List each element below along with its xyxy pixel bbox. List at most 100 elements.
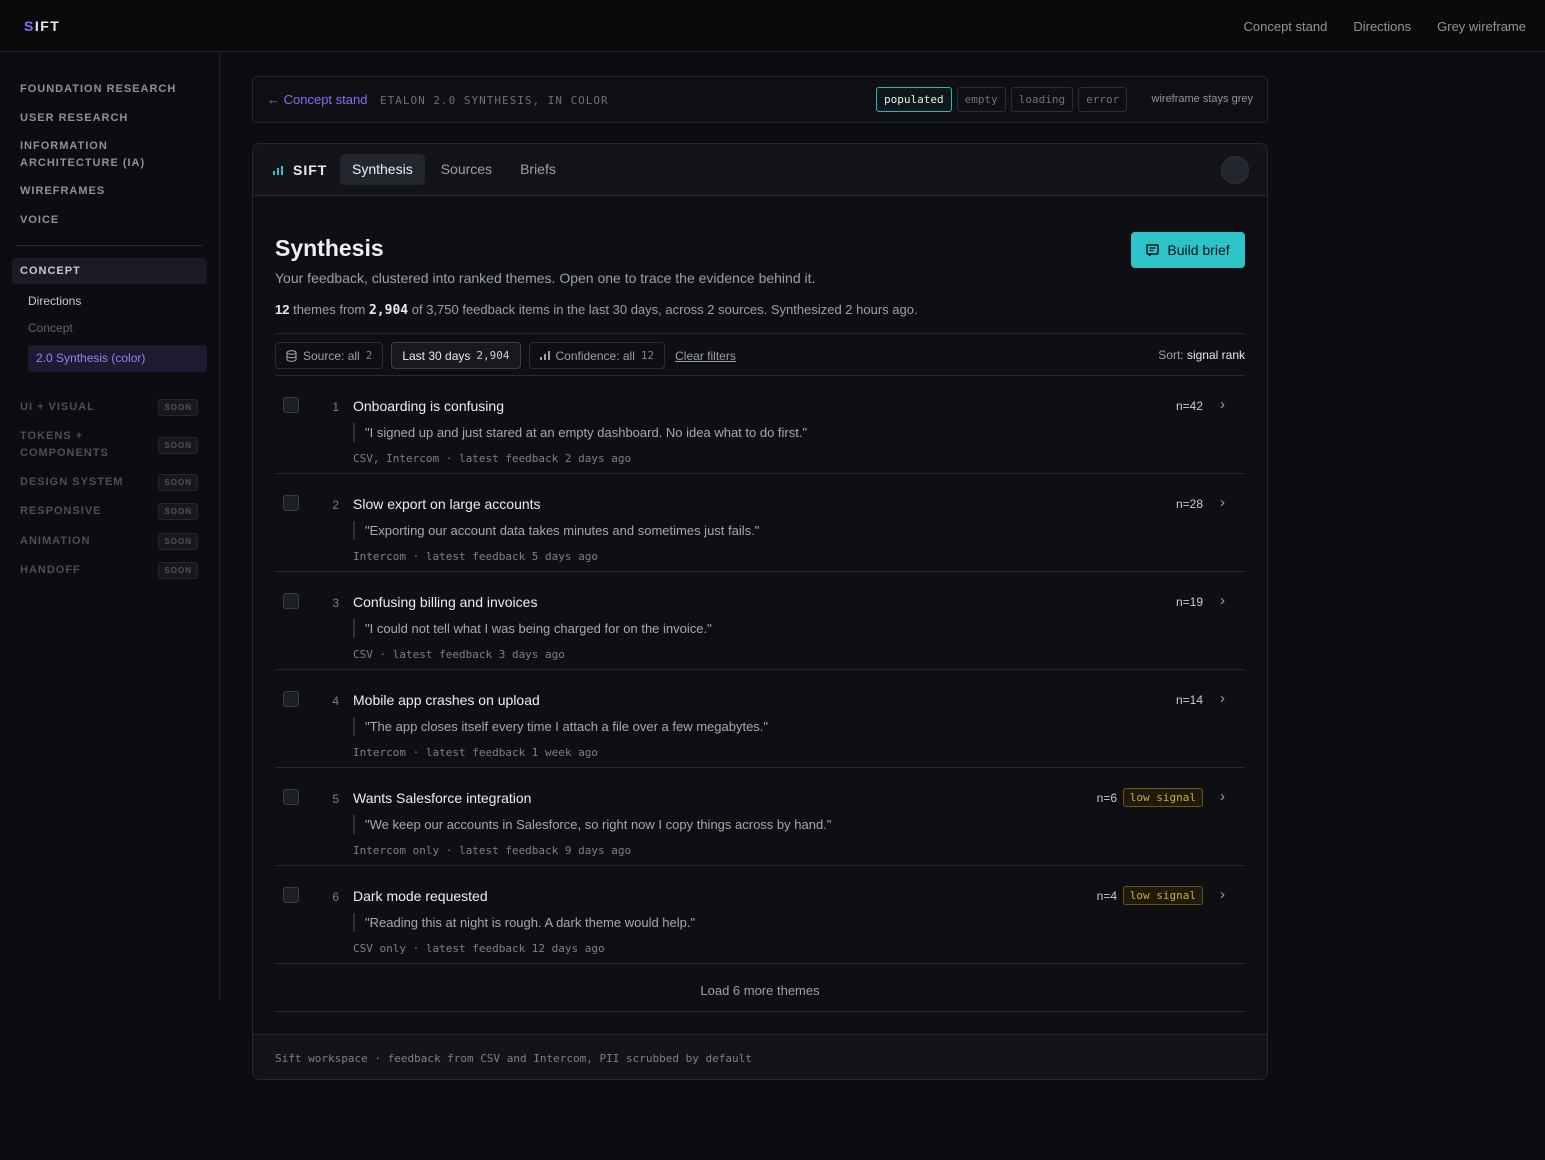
state-populated-button[interactable]: populated — [876, 87, 952, 112]
top-bar: SIFT Concept stand Directions Grey wiref… — [0, 0, 1545, 52]
theme-row[interactable]: 2 Slow export on large accounts "Exporti… — [275, 474, 1245, 572]
theme-rank: 2 — [332, 498, 339, 512]
soon-badge: SOON — [158, 399, 198, 416]
sort-control[interactable]: Sort: signal rank — [1158, 348, 1245, 362]
state-error-button[interactable]: error — [1078, 87, 1128, 112]
stand-note: wireframe stays grey — [1151, 93, 1253, 105]
theme-rank: 1 — [332, 400, 339, 414]
sidebar-item-handoff[interactable]: HANDOFF SOON — [20, 562, 200, 579]
sidebar-item-foundation-research[interactable]: FOUNDATION RESEARCH — [20, 81, 176, 98]
low-signal-badge: low signal — [1122, 886, 1203, 905]
sidebar-item-wireframes[interactable]: WIREFRAMES — [20, 183, 105, 200]
theme-row[interactable]: 1 Onboarding is confusing "I signed up a… — [275, 376, 1245, 474]
theme-checkbox[interactable] — [283, 789, 299, 805]
soon-badge: SOON — [158, 562, 198, 579]
theme-rank: 6 — [332, 890, 339, 904]
sidebar-subitem-directions[interactable]: Directions — [28, 294, 81, 308]
sidebar-item-ui-visual[interactable]: UI + VISUAL SOON — [20, 399, 200, 416]
state-loading-button[interactable]: loading — [1010, 87, 1074, 112]
app-brand-label: SIFT — [293, 162, 328, 178]
sidebar-item-concept[interactable]: CONCEPT — [12, 258, 207, 284]
theme-count: n=28 — [1175, 497, 1203, 511]
signal-bars-icon — [539, 351, 550, 360]
sidebar-item-design-system[interactable]: DESIGN SYSTEM SOON — [20, 474, 200, 491]
period-filter-chip[interactable]: Last 30 days 2,904 — [391, 342, 521, 369]
soon-badge: SOON — [158, 503, 198, 520]
theme-count: n=6 — [1096, 791, 1117, 805]
sidebar-item-voice[interactable]: VOICE — [20, 212, 59, 229]
chevron-right-icon[interactable]: › — [1220, 396, 1225, 413]
sidebar: FOUNDATION RESEARCH USER RESEARCH INFORM… — [0, 52, 220, 1000]
theme-count: n=19 — [1175, 595, 1203, 609]
theme-checkbox[interactable] — [283, 887, 299, 903]
theme-meta: CSV · latest feedback 3 days ago — [353, 648, 565, 661]
chevron-right-icon[interactable]: › — [1220, 788, 1225, 805]
soon-badge: SOON — [158, 474, 198, 491]
build-brief-button[interactable]: Build brief — [1131, 232, 1245, 268]
state-empty-button[interactable]: empty — [956, 87, 1006, 112]
brief-icon — [1146, 243, 1160, 256]
theme-meta: CSV, Intercom · latest feedback 2 days a… — [353, 452, 632, 465]
load-more-button[interactable]: Load 6 more themes — [275, 968, 1245, 1012]
sidebar-item-user-research[interactable]: USER RESEARCH — [20, 110, 128, 127]
theme-count: n=4 — [1096, 889, 1117, 903]
database-icon — [286, 349, 297, 362]
back-to-concept-stand-link[interactable]: ← Concept stand — [267, 92, 367, 107]
theme-row[interactable]: 3 Confusing billing and invoices "I coul… — [275, 572, 1245, 670]
theme-row[interactable]: 4 Mobile app crashes on upload "The app … — [275, 670, 1245, 768]
stand-title: ETALON 2.0 SYNTHESIS, IN COLOR — [380, 94, 609, 107]
theme-quote: "Exporting our account data takes minute… — [353, 521, 759, 540]
synthesis-summary: 12 themes from 2,904 of 3,750 feedback i… — [275, 302, 918, 318]
filter-bar: Source: all 2 Last 30 days 2,904 Confide… — [275, 333, 1245, 376]
confidence-filter-chip[interactable]: Confidence: all 12 — [528, 342, 666, 369]
theme-checkbox[interactable] — [283, 691, 299, 707]
theme-title[interactable]: Onboarding is confusing — [353, 398, 504, 414]
sidebar-item-responsive[interactable]: RESPONSIVE SOON — [20, 503, 200, 520]
sidebar-subitem-concept[interactable]: Concept — [28, 321, 73, 335]
clear-filters-link[interactable]: Clear filters — [675, 349, 736, 363]
theme-row[interactable]: 5 Wants Salesforce integration "We keep … — [275, 768, 1245, 866]
top-nav-directions[interactable]: Directions — [1353, 19, 1411, 34]
theme-title[interactable]: Slow export on large accounts — [353, 496, 541, 512]
top-nav: Concept stand Directions Grey wireframe — [1244, 19, 1527, 34]
top-nav-grey-wireframe[interactable]: Grey wireframe — [1437, 19, 1526, 34]
theme-meta: CSV only · latest feedback 12 days ago — [353, 942, 605, 955]
app-logo[interactable]: SIFT — [24, 18, 60, 34]
theme-row[interactable]: 6 Dark mode requested "Reading this at n… — [275, 866, 1245, 964]
tab-synthesis[interactable]: Synthesis — [340, 154, 425, 185]
chevron-right-icon[interactable]: › — [1220, 494, 1225, 511]
chevron-right-icon[interactable]: › — [1220, 592, 1225, 609]
signal-bars-icon — [273, 165, 283, 175]
tab-briefs[interactable]: Briefs — [508, 154, 568, 185]
theme-quote: "I signed up and just stared at an empty… — [353, 423, 807, 442]
sidebar-subitem-synthesis-color[interactable]: 2.0 Synthesis (color) — [28, 345, 207, 372]
source-filter-chip[interactable]: Source: all 2 — [275, 342, 384, 369]
soon-badge: SOON — [158, 437, 198, 454]
chevron-right-icon[interactable]: › — [1220, 690, 1225, 707]
theme-title[interactable]: Dark mode requested — [353, 888, 488, 904]
concept-stand-bar: ← Concept stand ETALON 2.0 SYNTHESIS, IN… — [252, 76, 1268, 123]
theme-meta: Intercom only · latest feedback 9 days a… — [353, 844, 632, 857]
theme-checkbox[interactable] — [283, 495, 299, 511]
sidebar-item-animation[interactable]: ANIMATION SOON — [20, 533, 200, 550]
app-header: SIFT Synthesis Sources Briefs — [253, 144, 1267, 196]
app-footer: Sift workspace · feedback from CSV and I… — [253, 1034, 1267, 1079]
avatar[interactable] — [1221, 156, 1249, 184]
theme-quote: "I could not tell what I was being charg… — [353, 619, 712, 638]
sidebar-item-information-architecture[interactable]: INFORMATION ARCHITECTURE (IA) — [20, 138, 170, 172]
theme-rank: 3 — [332, 596, 339, 610]
chevron-right-icon[interactable]: › — [1220, 886, 1225, 903]
app-brand[interactable]: SIFT — [273, 162, 327, 178]
tab-sources[interactable]: Sources — [429, 154, 504, 185]
theme-title[interactable]: Confusing billing and invoices — [353, 594, 537, 610]
theme-checkbox[interactable] — [283, 593, 299, 609]
app-tabs: Synthesis Sources Briefs — [340, 154, 568, 185]
top-nav-concept-stand[interactable]: Concept stand — [1244, 19, 1328, 34]
theme-rank: 4 — [332, 694, 339, 708]
theme-title[interactable]: Mobile app crashes on upload — [353, 692, 540, 708]
theme-title[interactable]: Wants Salesforce integration — [353, 790, 531, 806]
theme-count: n=14 — [1175, 693, 1203, 707]
state-switcher: populated empty loading error — [876, 87, 1128, 112]
theme-checkbox[interactable] — [283, 397, 299, 413]
sidebar-item-tokens-components[interactable]: TOKENS + COMPONENTS SOON — [20, 428, 200, 462]
